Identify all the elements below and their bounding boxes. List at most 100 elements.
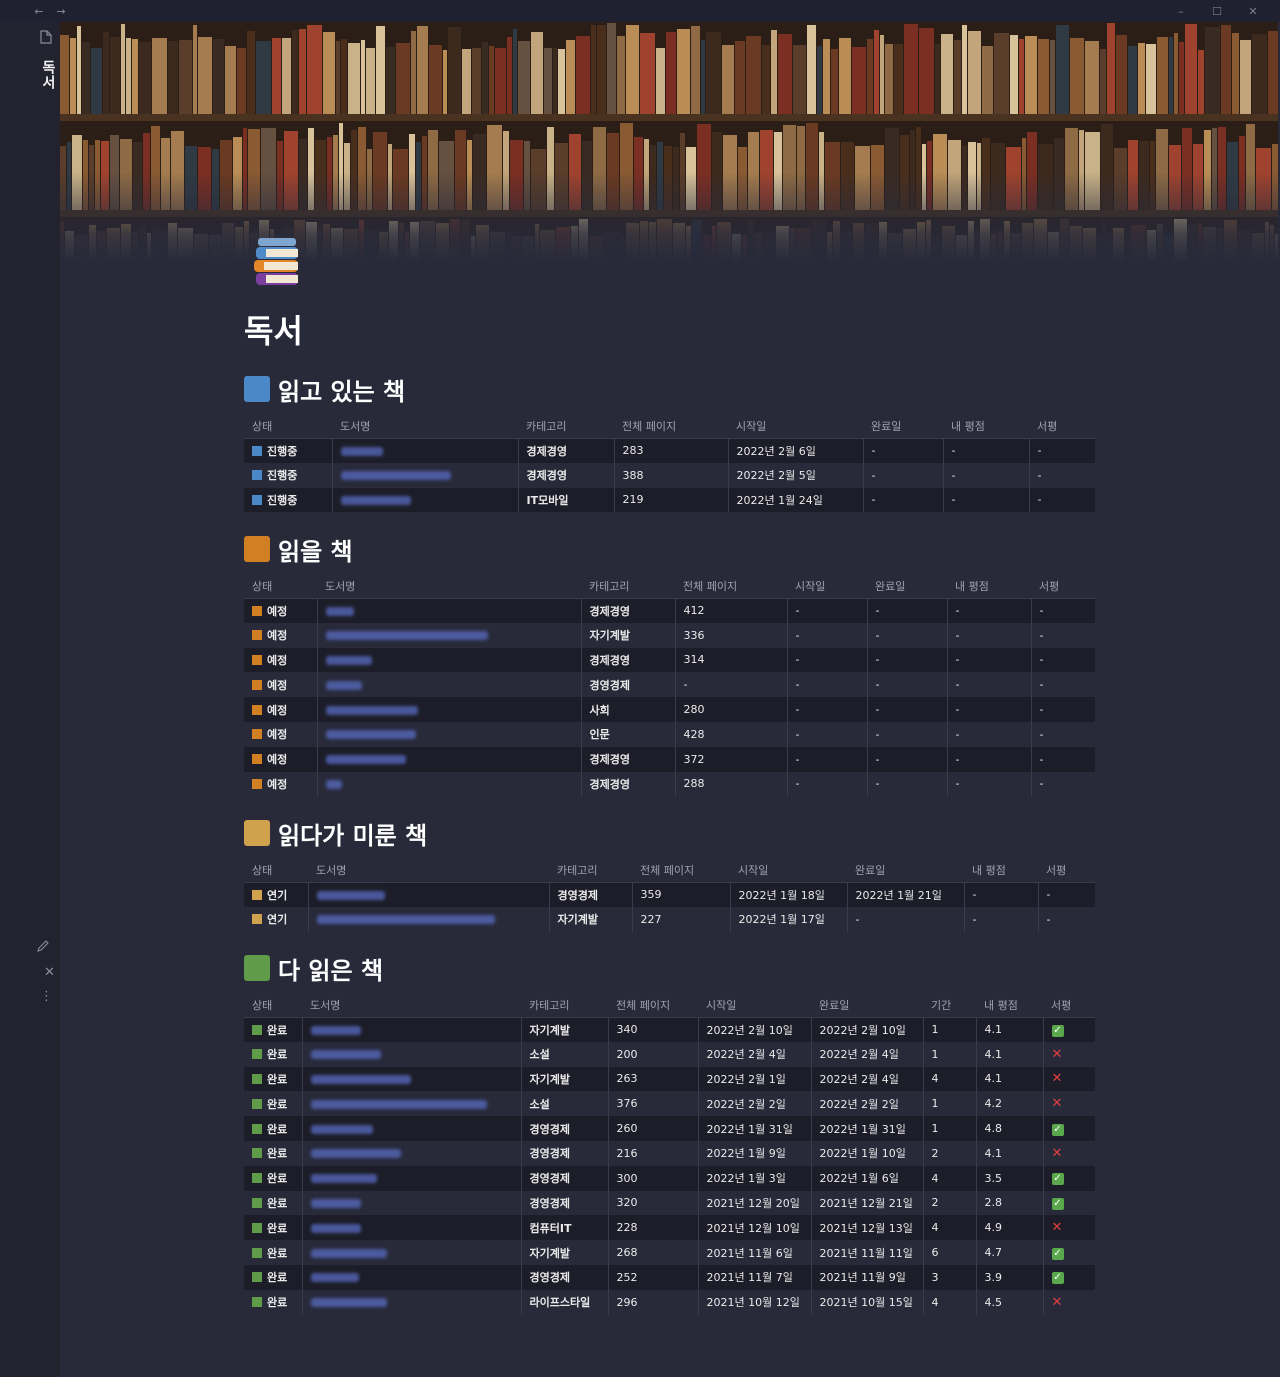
pages-cell[interactable]: 296	[608, 1289, 699, 1315]
status-cell[interactable]: 예정	[244, 721, 318, 747]
duration-cell[interactable]: 4	[923, 1066, 977, 1092]
duration-cell[interactable]: 3	[923, 1264, 977, 1290]
end-date-cell[interactable]: 2022년 2월 4일	[811, 1041, 924, 1067]
column-header-name[interactable]: 도서명	[332, 414, 518, 439]
table-row[interactable]: 연기 자기계발 227 2022년 1월 17일 - - -	[244, 906, 1095, 932]
duration-cell[interactable]: 2	[923, 1140, 977, 1166]
book-title-blurred[interactable]	[325, 705, 418, 715]
category-cell[interactable]: 인문	[581, 721, 676, 747]
review-cell[interactable]: ✕	[1043, 1091, 1095, 1116]
rating-cell[interactable]: -	[947, 672, 1032, 698]
pages-cell[interactable]: 252	[608, 1264, 699, 1290]
start-date-cell[interactable]: -	[787, 746, 868, 772]
pages-cell[interactable]: 280	[675, 697, 788, 722]
category-cell[interactable]: 경영경제	[581, 672, 676, 698]
review-cell[interactable]: -	[1031, 648, 1095, 673]
end-date-cell[interactable]: 2021년 11월 9일	[811, 1264, 924, 1290]
table-row[interactable]: 완료 자기계발 263 2022년 2월 1일 2022년 2월 4일 4 4.1 ✕	[244, 1066, 1095, 1092]
pages-cell[interactable]: 340	[608, 1017, 699, 1042]
start-date-cell[interactable]: 2022년 1월 24일	[728, 487, 864, 513]
rating-cell[interactable]: -	[943, 487, 1030, 513]
category-cell[interactable]: 경영경제	[521, 1116, 609, 1141]
category-cell[interactable]: 라이프스타일	[521, 1289, 609, 1315]
column-header-start[interactable]: 시작일	[698, 993, 811, 1018]
end-date-cell[interactable]: 2022년 2월 4일	[811, 1066, 924, 1092]
book-title-cell[interactable]	[302, 1116, 522, 1141]
pages-cell[interactable]: 228	[608, 1215, 699, 1241]
status-cell[interactable]: 예정	[244, 771, 318, 797]
table-row[interactable]: 예정 경영경제 - - - - -	[244, 672, 1095, 698]
duration-cell[interactable]: 1	[923, 1091, 977, 1117]
book-title-cell[interactable]	[302, 1240, 522, 1265]
book-title-cell[interactable]	[302, 1215, 522, 1241]
book-title-blurred[interactable]	[310, 1174, 377, 1184]
status-cell[interactable]: 예정	[244, 598, 318, 623]
start-date-cell[interactable]: -	[787, 771, 868, 797]
review-cell[interactable]: ✕	[1043, 1067, 1095, 1092]
end-date-cell[interactable]: -	[867, 598, 948, 623]
column-header-status[interactable]: 상태	[244, 993, 302, 1018]
review-cell[interactable]: -	[1031, 772, 1095, 797]
table-row[interactable]: 완료 라이프스타일 296 2021년 10월 12일 2021년 10월 15일 4 4.…	[244, 1289, 1095, 1315]
column-header-name[interactable]: 도서명	[317, 574, 581, 599]
book-title-blurred[interactable]	[325, 631, 488, 641]
more-vertical-icon[interactable]: ⋮	[40, 990, 53, 1003]
book-title-cell[interactable]	[308, 906, 550, 932]
rating-cell[interactable]: -	[943, 462, 1030, 488]
status-cell[interactable]: 완료	[244, 1091, 303, 1117]
end-date-cell[interactable]: -	[867, 771, 948, 797]
book-title-blurred[interactable]	[310, 1298, 387, 1308]
book-title-cell[interactable]	[317, 598, 582, 623]
status-cell[interactable]: 완료	[244, 1190, 303, 1216]
table-row[interactable]: 진행중 IT모바일 219 2022년 1월 24일 - - -	[244, 487, 1095, 513]
category-cell[interactable]: 자기계발	[581, 622, 676, 648]
column-header-category[interactable]: 카테고리	[581, 574, 675, 599]
book-title-blurred[interactable]	[325, 779, 342, 789]
category-cell[interactable]: 자기계발	[521, 1240, 609, 1265]
rating-cell[interactable]: 3.9	[976, 1264, 1044, 1290]
table-row[interactable]: 완료 소설 200 2022년 2월 4일 2022년 2월 4일 1 4.1 ✕	[244, 1041, 1095, 1067]
end-date-cell[interactable]: -	[867, 672, 948, 698]
close-window-icon[interactable]: ✕	[1246, 5, 1260, 18]
table-row[interactable]: 완료 경영경제 216 2022년 1월 9일 2022년 1월 10일 2 4.1 ✕	[244, 1140, 1095, 1166]
start-date-cell[interactable]: 2022년 2월 5일	[728, 462, 864, 488]
book-title-cell[interactable]	[302, 1190, 522, 1216]
rating-cell[interactable]: -	[943, 438, 1030, 463]
rating-cell[interactable]: 4.9	[976, 1215, 1044, 1241]
book-title-blurred[interactable]	[310, 1050, 381, 1060]
end-date-cell[interactable]: 2022년 1월 31일	[811, 1116, 924, 1141]
forward-arrow-icon[interactable]: →	[50, 5, 72, 18]
review-cell[interactable]: -	[1031, 672, 1095, 697]
column-header-start[interactable]: 시작일	[787, 574, 867, 599]
end-date-cell[interactable]: 2022년 1월 6일	[811, 1165, 924, 1191]
status-cell[interactable]: 예정	[244, 746, 318, 772]
book-title-cell[interactable]	[317, 746, 582, 772]
review-cell[interactable]: -	[1031, 747, 1095, 772]
duration-cell[interactable]: 2	[923, 1190, 977, 1216]
review-cell[interactable]: ✓	[1043, 1166, 1095, 1191]
page-icon[interactable]	[40, 30, 52, 44]
pages-cell[interactable]: 268	[608, 1240, 699, 1265]
book-title-cell[interactable]	[332, 487, 519, 513]
category-cell[interactable]: 경영경제	[549, 882, 633, 907]
rating-cell[interactable]: 3.5	[976, 1165, 1044, 1191]
pages-cell[interactable]: 263	[608, 1066, 699, 1092]
table-row[interactable]: 예정 사회 280- - - -	[244, 697, 1095, 722]
table-row[interactable]: 예정 경제경영 314- - - -	[244, 647, 1095, 673]
book-title-blurred[interactable]	[310, 1099, 487, 1109]
status-cell[interactable]: 예정	[244, 622, 318, 648]
end-date-cell[interactable]: -	[863, 438, 944, 463]
column-header-review[interactable]: 서평	[1043, 993, 1095, 1018]
start-date-cell[interactable]: 2022년 2월 2일	[698, 1091, 812, 1117]
end-date-cell[interactable]: 2021년 11월 11일	[811, 1240, 924, 1265]
category-cell[interactable]: 컴퓨터IT	[521, 1215, 609, 1241]
review-cell[interactable]: ✓	[1043, 1265, 1095, 1290]
category-cell[interactable]: 경제경영	[518, 438, 615, 463]
status-cell[interactable]: 연기	[244, 906, 309, 932]
start-date-cell[interactable]: 2022년 1월 17일	[730, 906, 848, 932]
book-title-blurred[interactable]	[340, 446, 383, 456]
table-row[interactable]: 완료 소설 376 2022년 2월 2일 2022년 2월 2일 1 4.2 ✕	[244, 1091, 1095, 1117]
duration-cell[interactable]: 1	[923, 1116, 977, 1141]
book-title-blurred[interactable]	[325, 655, 372, 665]
category-cell[interactable]: 경영경제	[521, 1190, 609, 1216]
